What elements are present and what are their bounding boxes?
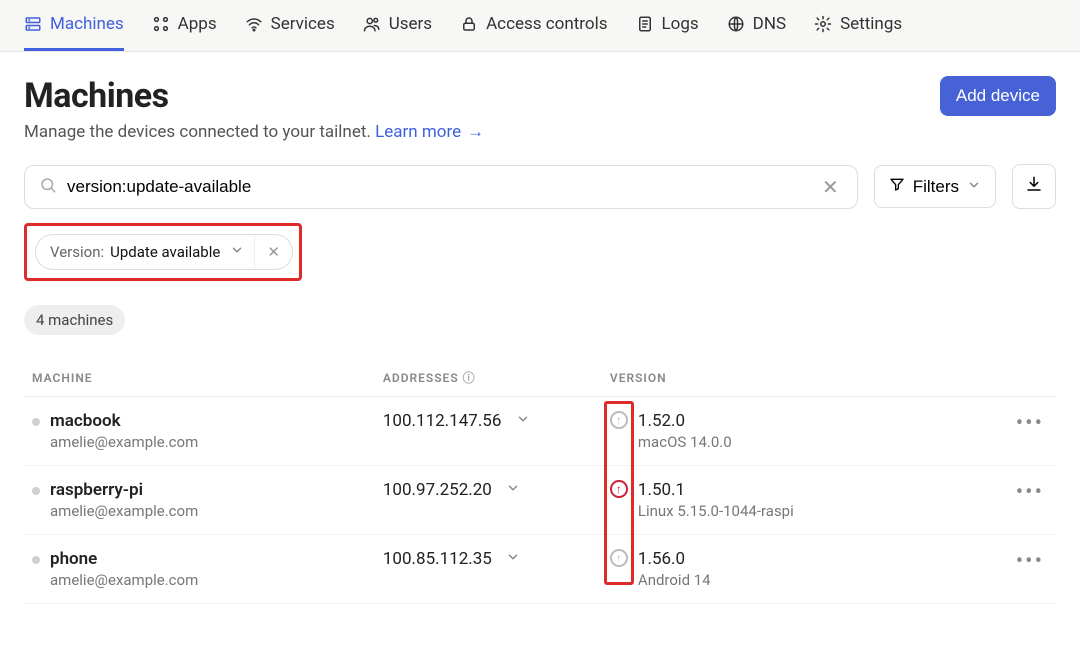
apps-icon <box>152 15 170 33</box>
nav-label: Settings <box>840 14 902 34</box>
filter-icon <box>889 176 905 197</box>
chevron-down-icon <box>967 177 981 197</box>
machine-owner: amelie@example.com <box>50 571 367 589</box>
filter-chip-highlight: Version: Update available ✕ <box>24 223 302 281</box>
nav-label: Users <box>389 14 432 34</box>
ip-address: 100.85.112.35 <box>383 549 492 569</box>
nav-label: Access controls <box>486 14 607 34</box>
version-os: Android 14 <box>638 571 711 589</box>
logs-icon <box>636 15 654 33</box>
filter-chip-version[interactable]: Version: Update available ✕ <box>35 234 293 270</box>
chevron-down-icon[interactable] <box>506 480 520 500</box>
search-input[interactable] <box>67 177 808 197</box>
nav-label: DNS <box>753 14 786 34</box>
chevron-down-icon[interactable] <box>230 243 244 261</box>
machine-name: phone <box>50 549 97 569</box>
add-device-button[interactable]: Add device <box>940 76 1056 116</box>
version-os: macOS 14.0.0 <box>638 433 732 451</box>
update-available-icon[interactable]: ↑ <box>610 549 628 567</box>
chip-label: Version: <box>50 243 104 261</box>
col-machine: MACHINE <box>24 359 375 397</box>
chevron-down-icon[interactable] <box>516 411 530 431</box>
machines-table: MACHINE ADDRESSESⓘ VERSION macbook ameli… <box>24 359 1056 604</box>
result-count: 4 machines <box>24 305 125 335</box>
nav-label: Machines <box>50 14 124 34</box>
filters-button[interactable]: Filters <box>874 165 996 208</box>
table-row[interactable]: raspberry-pi amelie@example.com 100.97.2… <box>24 466 1056 535</box>
users-icon <box>363 15 381 33</box>
version-os: Linux 5.15.0-1044-raspi <box>638 502 794 520</box>
download-button[interactable] <box>1012 164 1056 209</box>
globe-icon <box>727 15 745 33</box>
machine-name: macbook <box>50 411 121 431</box>
nav-label: Apps <box>178 14 217 34</box>
nav-label: Services <box>271 14 335 34</box>
machine-owner: amelie@example.com <box>50 433 367 451</box>
version-number: 1.52.0 <box>638 411 732 431</box>
status-dot <box>32 418 40 426</box>
update-available-icon[interactable]: ↑ <box>610 411 628 429</box>
version-number: 1.56.0 <box>638 549 711 569</box>
machine-name: raspberry-pi <box>50 480 143 500</box>
row-actions-menu[interactable]: ••• <box>994 397 1056 466</box>
table-row[interactable]: phone amelie@example.com 100.85.112.35 ↑… <box>24 535 1056 604</box>
nav-settings[interactable]: Settings <box>814 14 902 51</box>
lock-icon <box>460 15 478 33</box>
nav-label: Logs <box>662 14 699 34</box>
gear-icon <box>814 15 832 33</box>
ip-address: 100.97.252.20 <box>383 480 492 500</box>
nav-logs[interactable]: Logs <box>636 14 699 51</box>
nav-dns[interactable]: DNS <box>727 14 786 51</box>
update-available-icon[interactable]: ↑ <box>610 480 628 498</box>
chevron-down-icon[interactable] <box>506 549 520 569</box>
nav-users[interactable]: Users <box>363 14 432 51</box>
chip-value: Update available <box>110 243 220 261</box>
row-actions-menu[interactable]: ••• <box>994 466 1056 535</box>
remove-chip-icon[interactable]: ✕ <box>254 235 292 269</box>
download-icon <box>1025 175 1043 198</box>
table-row[interactable]: macbook amelie@example.com 100.112.147.5… <box>24 397 1056 466</box>
wifi-icon <box>245 15 263 33</box>
col-version: VERSION <box>602 359 994 397</box>
search-box[interactable]: ✕ <box>24 165 858 209</box>
info-icon[interactable]: ⓘ <box>463 371 476 385</box>
nav-machines[interactable]: Machines <box>24 14 124 51</box>
page-title: Machines <box>24 76 484 116</box>
arrow-right-icon: → <box>467 122 484 142</box>
top-nav: Machines Apps Services Users Access cont… <box>0 0 1080 52</box>
nav-access-controls[interactable]: Access controls <box>460 14 607 51</box>
row-actions-menu[interactable]: ••• <box>994 535 1056 604</box>
ip-address: 100.112.147.56 <box>383 411 502 431</box>
search-icon <box>39 176 57 198</box>
page-subtitle: Manage the devices connected to your tai… <box>24 122 484 142</box>
clear-search-icon[interactable]: ✕ <box>818 177 843 197</box>
nav-services[interactable]: Services <box>245 14 335 51</box>
machine-owner: amelie@example.com <box>50 502 367 520</box>
server-icon <box>24 15 42 33</box>
learn-more-link[interactable]: Learn more→ <box>375 122 484 142</box>
status-dot <box>32 556 40 564</box>
version-number: 1.50.1 <box>638 480 794 500</box>
nav-apps[interactable]: Apps <box>152 14 217 51</box>
col-addresses: ADDRESSESⓘ <box>375 359 602 397</box>
status-dot <box>32 487 40 495</box>
